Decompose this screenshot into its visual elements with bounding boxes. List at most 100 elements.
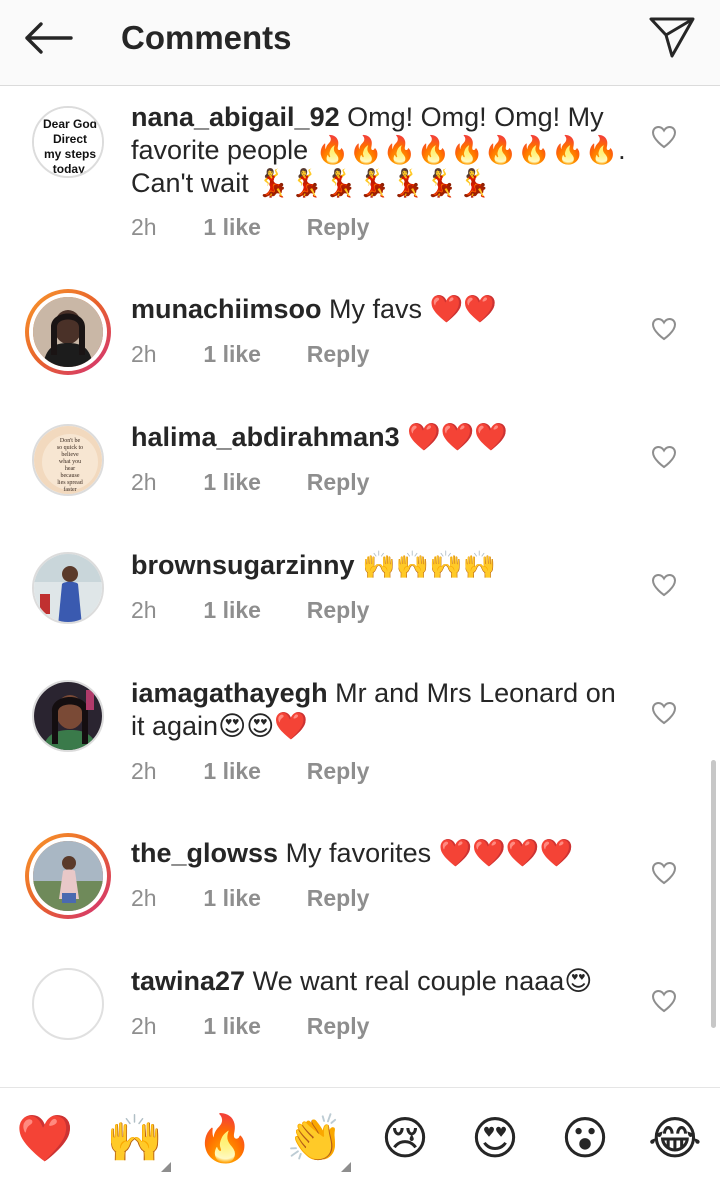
comment-meta: 2h 1 like Reply <box>131 341 369 368</box>
comment-likes[interactable]: 1 like <box>203 885 300 912</box>
avatar[interactable] <box>32 968 104 1040</box>
like-comment-button[interactable] <box>649 442 679 472</box>
like-comment-button[interactable] <box>649 698 679 728</box>
avatar-photo <box>29 293 107 371</box>
comment-likes[interactable]: 1 like <box>203 597 300 624</box>
reaction-tears-of-joy-button[interactable]: 😂 <box>645 1108 705 1168</box>
avatar[interactable] <box>32 680 104 752</box>
comment-username[interactable]: iamagathayegh <box>131 678 328 708</box>
comment-text: My favorites ❤️❤️❤️❤️ <box>285 838 574 868</box>
reaction-raised-hands-button[interactable]: 🙌 <box>105 1108 171 1172</box>
comment-text: 🙌🙌🙌🙌 <box>362 550 497 580</box>
comment-meta: 2h 1 like Reply <box>131 214 369 241</box>
avatar[interactable]: Dear God Direct my steps today. <box>32 106 104 178</box>
like-comment-button[interactable] <box>649 314 679 344</box>
comment-username[interactable]: munachiimsoo <box>131 294 322 324</box>
avatar-photo <box>34 554 102 622</box>
back-button[interactable] <box>18 18 78 58</box>
comment-likes[interactable]: 1 like <box>203 1013 300 1040</box>
svg-text:Direct: Direct <box>53 132 87 146</box>
heart-outline-icon <box>651 445 677 469</box>
svg-text:my steps: my steps <box>44 147 96 161</box>
comment-username[interactable]: tawina27 <box>131 966 245 996</box>
reaction-heart-eyes-button[interactable]: 😍 <box>465 1108 525 1168</box>
reaction-fire-button[interactable]: 🔥 <box>195 1108 255 1168</box>
heart-outline-icon <box>651 861 677 885</box>
reaction-crying-face-button[interactable]: 😢 <box>375 1108 435 1168</box>
raised-hands-icon: 🙌 <box>106 1111 164 1165</box>
avatar-photo <box>29 837 107 915</box>
svg-text:so quick to: so quick to <box>57 445 83 451</box>
comment-meta: 2h 1 like Reply <box>131 469 369 496</box>
comment-text: We want real couple naaa😍 <box>252 966 593 996</box>
comment-body: the_glowss My favorites ❤️❤️❤️❤️ <box>131 837 626 870</box>
comment-time: 2h <box>131 597 157 623</box>
quick-reaction-bar: ❤️ 🙌 🔥 👏 😢 😍 😮 😂 <box>0 1087 720 1184</box>
reply-button[interactable]: Reply <box>307 469 370 496</box>
reply-button[interactable]: Reply <box>307 758 370 785</box>
comment-time: 2h <box>131 469 157 495</box>
comment-time: 2h <box>131 885 157 911</box>
svg-text:because: because <box>61 473 80 479</box>
avatar-photo <box>34 682 102 750</box>
avatar[interactable] <box>32 552 104 624</box>
like-comment-button[interactable] <box>649 858 679 888</box>
comment-time: 2h <box>131 758 157 784</box>
heart-outline-icon <box>651 573 677 597</box>
paper-plane-icon <box>649 17 695 58</box>
comment-meta: 2h 1 like Reply <box>131 758 369 785</box>
svg-text:hear: hear <box>65 466 75 472</box>
comment-list[interactable]: Dear God Direct my steps today. nana_abi… <box>0 86 720 1087</box>
svg-text:today.: today. <box>53 162 87 176</box>
avatar[interactable] <box>25 289 111 375</box>
comment-username[interactable]: the_glowss <box>131 838 278 868</box>
comment-likes[interactable]: 1 like <box>203 469 300 496</box>
comment-username[interactable]: brownsugarzinny <box>131 550 355 580</box>
comment-likes[interactable]: 1 like <box>203 758 300 785</box>
reply-button[interactable]: Reply <box>307 885 370 912</box>
comment-username[interactable]: halima_abdirahman3 <box>131 422 400 452</box>
heart-outline-icon <box>651 989 677 1013</box>
svg-text:believe: believe <box>61 452 79 458</box>
svg-text:faster: faster <box>63 486 76 493</box>
top-bar: Comments <box>0 0 720 86</box>
reaction-clapping-hands-button[interactable]: 👏 <box>285 1108 351 1172</box>
avatar[interactable] <box>25 833 111 919</box>
heart-outline-icon <box>651 701 677 725</box>
comment-text: ❤️❤️❤️ <box>407 422 508 452</box>
comment-likes[interactable]: 1 like <box>203 341 300 368</box>
comment-body: nana_abigail_92 Omg! Omg! Omg! My favori… <box>131 101 626 200</box>
avatar-quote-image: Don't be so quick to believe what you he… <box>34 426 102 494</box>
comment-meta: 2h 1 like Reply <box>131 1013 369 1040</box>
heart-outline-icon <box>651 317 677 341</box>
comment-body: tawina27 We want real couple naaa😍 <box>131 965 626 998</box>
comment-likes[interactable]: 1 like <box>203 214 300 241</box>
comment-username[interactable]: nana_abigail_92 <box>131 102 340 132</box>
reply-button[interactable]: Reply <box>307 341 370 368</box>
svg-text:what you: what you <box>59 459 81 465</box>
comment-time: 2h <box>131 1013 157 1039</box>
comment-body: iamagathayegh Mr and Mrs Leonard on it a… <box>131 677 626 743</box>
reply-button[interactable]: Reply <box>307 1013 370 1040</box>
svg-text:Dear God: Dear God <box>43 117 97 131</box>
svg-text:lies spread: lies spread <box>57 480 83 486</box>
reply-button[interactable]: Reply <box>307 214 370 241</box>
reply-button[interactable]: Reply <box>307 597 370 624</box>
direct-message-button[interactable] <box>644 12 700 62</box>
heart-outline-icon <box>651 125 677 149</box>
like-comment-button[interactable] <box>649 986 679 1016</box>
like-comment-button[interactable] <box>649 570 679 600</box>
like-comment-button[interactable] <box>649 122 679 152</box>
clapping-hands-icon: 👏 <box>286 1111 344 1165</box>
comment-body: brownsugarzinny 🙌🙌🙌🙌 <box>131 549 626 582</box>
back-arrow-icon <box>25 22 73 54</box>
reaction-surprised-face-button[interactable]: 😮 <box>555 1108 615 1168</box>
avatar[interactable]: Don't be so quick to believe what you he… <box>32 424 104 496</box>
comment-body: halima_abdirahman3 ❤️❤️❤️ <box>131 421 626 454</box>
reaction-red-heart-button[interactable]: ❤️ <box>15 1108 75 1168</box>
page-title: Comments <box>121 19 292 56</box>
scrollbar[interactable] <box>711 760 716 1028</box>
comment-time: 2h <box>131 214 157 240</box>
skin-tone-indicator-icon <box>341 1162 351 1172</box>
comment-time: 2h <box>131 341 157 367</box>
